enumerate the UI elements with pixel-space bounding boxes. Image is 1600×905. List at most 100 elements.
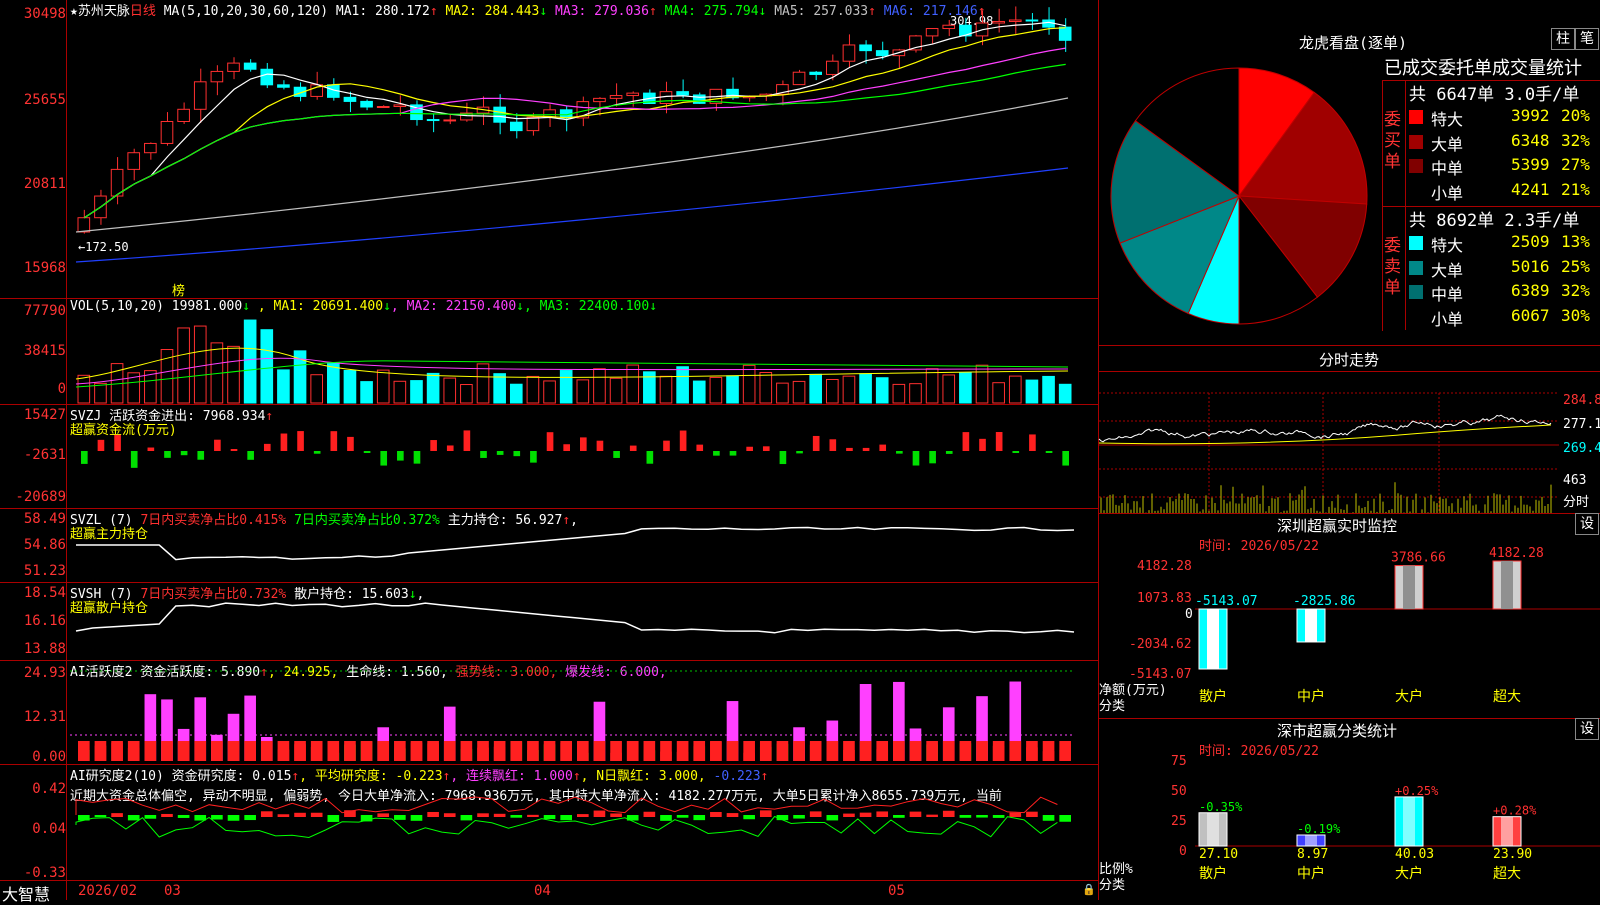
candle bbox=[609, 95, 623, 99]
order-pct: 13% bbox=[1561, 232, 1590, 251]
fund-flow-bar bbox=[430, 440, 437, 451]
order-type: 大单 bbox=[1431, 134, 1464, 154]
order-value: 6067 bbox=[1511, 305, 1550, 325]
tick-view-button[interactable]: 笔 bbox=[1575, 28, 1599, 50]
research-bar bbox=[926, 814, 938, 817]
activity-base bbox=[510, 741, 523, 761]
activity-base bbox=[710, 741, 722, 761]
fund-flow-bar bbox=[496, 451, 504, 455]
activity-base bbox=[294, 741, 306, 761]
sscy-value: 23.90 bbox=[1493, 847, 1532, 862]
sscy-value: 40.03 bbox=[1395, 847, 1434, 862]
sscy-bar-highlight bbox=[1403, 796, 1415, 846]
research-bar bbox=[377, 813, 390, 817]
order-row: 特大 3992 20% bbox=[1409, 106, 1599, 130]
activity-base bbox=[443, 741, 456, 761]
lhb-title: 龙虎看盘(逐单) bbox=[1299, 34, 1408, 52]
szcy-bar-chart: -5143.07 散户 -2825.86 中户 3786.66 大户 4182.28 超大 bbox=[1195, 546, 1600, 705]
svzj-pane[interactable]: SVZJ 活跃资金进出: 7968.934↑ 超赢资金流(万元) 15427 -… bbox=[0, 404, 1098, 509]
candle bbox=[360, 100, 373, 108]
sscy-change: +0.28% bbox=[1493, 804, 1537, 818]
candle bbox=[77, 217, 91, 233]
activity-base bbox=[527, 741, 539, 761]
candle bbox=[925, 28, 939, 37]
research-bar bbox=[676, 815, 689, 818]
szcy-panel[interactable]: 深圳超赢实时监控 设 时间: 2026/05/22 4182.28 1073.8… bbox=[1099, 513, 1600, 718]
svzl-line bbox=[76, 526, 1075, 561]
activity-base bbox=[410, 741, 423, 761]
sscy-panel[interactable]: 深市超赢分类统计 设 时间: 2026/05/22 75 50 25 0 比例%… bbox=[1099, 718, 1600, 900]
fund-flow-bar bbox=[413, 451, 421, 464]
research-bar bbox=[959, 815, 972, 818]
activity-base bbox=[942, 741, 955, 761]
order-type: 大单 bbox=[1431, 260, 1464, 280]
research-bar bbox=[294, 812, 306, 817]
research-bar bbox=[909, 811, 922, 817]
fund-flow-bar bbox=[912, 451, 920, 466]
order-row: 中单 5399 27% bbox=[1409, 155, 1599, 179]
activity-base bbox=[194, 741, 207, 761]
fund-flow-bar bbox=[480, 451, 487, 458]
research-bar bbox=[992, 815, 1005, 818]
candle bbox=[160, 120, 174, 144]
candle bbox=[875, 50, 889, 57]
fund-flow-bar bbox=[679, 430, 687, 451]
candle bbox=[509, 121, 523, 132]
activity-base bbox=[177, 741, 190, 761]
research-bar bbox=[460, 815, 473, 821]
candle bbox=[376, 106, 390, 109]
fund-flow-bar bbox=[280, 433, 288, 451]
price-pane[interactable]: ★苏州天脉日线 MA(5,10,20,30,60,120) MA1: 280.1… bbox=[0, 0, 1098, 299]
research-bar bbox=[843, 813, 855, 817]
research-bar bbox=[310, 812, 323, 817]
ma5-line bbox=[83, 21, 1066, 219]
activity-base bbox=[843, 741, 855, 761]
fund-flow-bar bbox=[629, 445, 637, 451]
date-label-mar: 03 bbox=[164, 883, 181, 899]
ai-research-pane[interactable]: AI研究度2(10) 资金研究度: 0.015↑, 平均研究度: -0.223↑… bbox=[0, 764, 1098, 881]
volume-bar bbox=[327, 362, 340, 404]
activity-base bbox=[809, 741, 822, 761]
date-axis: 大智慧 2026/02 03 04 05 🔒 bbox=[0, 880, 1098, 904]
volume-bar bbox=[726, 375, 739, 404]
lock-icon[interactable]: 🔒 bbox=[1082, 883, 1096, 896]
volume-bar bbox=[476, 363, 490, 404]
fund-flow-bar bbox=[829, 439, 837, 451]
volume-bar bbox=[360, 381, 373, 404]
order-row: 大单 6348 32% bbox=[1409, 131, 1599, 155]
activity-base bbox=[643, 741, 656, 761]
bar-view-button[interactable]: 柱 bbox=[1551, 28, 1575, 50]
volume-bar bbox=[393, 380, 407, 404]
volume-bar bbox=[709, 376, 723, 404]
candle bbox=[676, 91, 689, 96]
research-bar bbox=[593, 810, 606, 817]
order-pct: 32% bbox=[1561, 130, 1590, 150]
order-type: 特大 bbox=[1431, 110, 1464, 129]
main-position-line bbox=[76, 526, 1075, 561]
fenshi-panel[interactable]: 分时走势 284.8 277.1 269.4 463 分时 bbox=[1098, 345, 1600, 515]
activity-base bbox=[394, 741, 406, 761]
sscy-value: 8.97 bbox=[1297, 847, 1328, 862]
sscy-change: +0.25% bbox=[1395, 784, 1439, 798]
volume-bar bbox=[576, 379, 590, 404]
candle bbox=[842, 44, 856, 62]
fund-flow-bar bbox=[197, 451, 205, 460]
ai-activity-pane[interactable]: AI活跃度2 资金活跃度: 5.890↑, 24.925, 生命线: 1.560… bbox=[0, 660, 1098, 765]
candle bbox=[144, 142, 157, 154]
svsh-pane[interactable]: SVSH (7) 7日内买卖净占比0.732% 散户持仓: 15.603↓, 超… bbox=[0, 582, 1098, 661]
activity-base bbox=[560, 741, 572, 761]
fund-flow-bar bbox=[962, 432, 970, 451]
svzl-pane[interactable]: SVZL (7) 7日内买卖净占比0.415% 7日内买卖净占比0.372% 主… bbox=[0, 508, 1098, 583]
order-pct: 32% bbox=[1561, 281, 1590, 300]
volume-bar bbox=[759, 371, 773, 404]
research-bar bbox=[826, 815, 839, 821]
order-value: 5399 bbox=[1511, 155, 1550, 174]
candle bbox=[792, 71, 806, 86]
activity-base bbox=[211, 741, 223, 761]
sscy-category: 超大 bbox=[1493, 866, 1521, 882]
activity-base bbox=[660, 741, 672, 761]
research-bar bbox=[560, 815, 572, 821]
volume-pane[interactable]: VOL(5,10,20) 19981.000↓ , MA1: 20691.400… bbox=[0, 298, 1098, 405]
candle bbox=[526, 116, 540, 132]
fund-flow-bar bbox=[896, 451, 903, 454]
